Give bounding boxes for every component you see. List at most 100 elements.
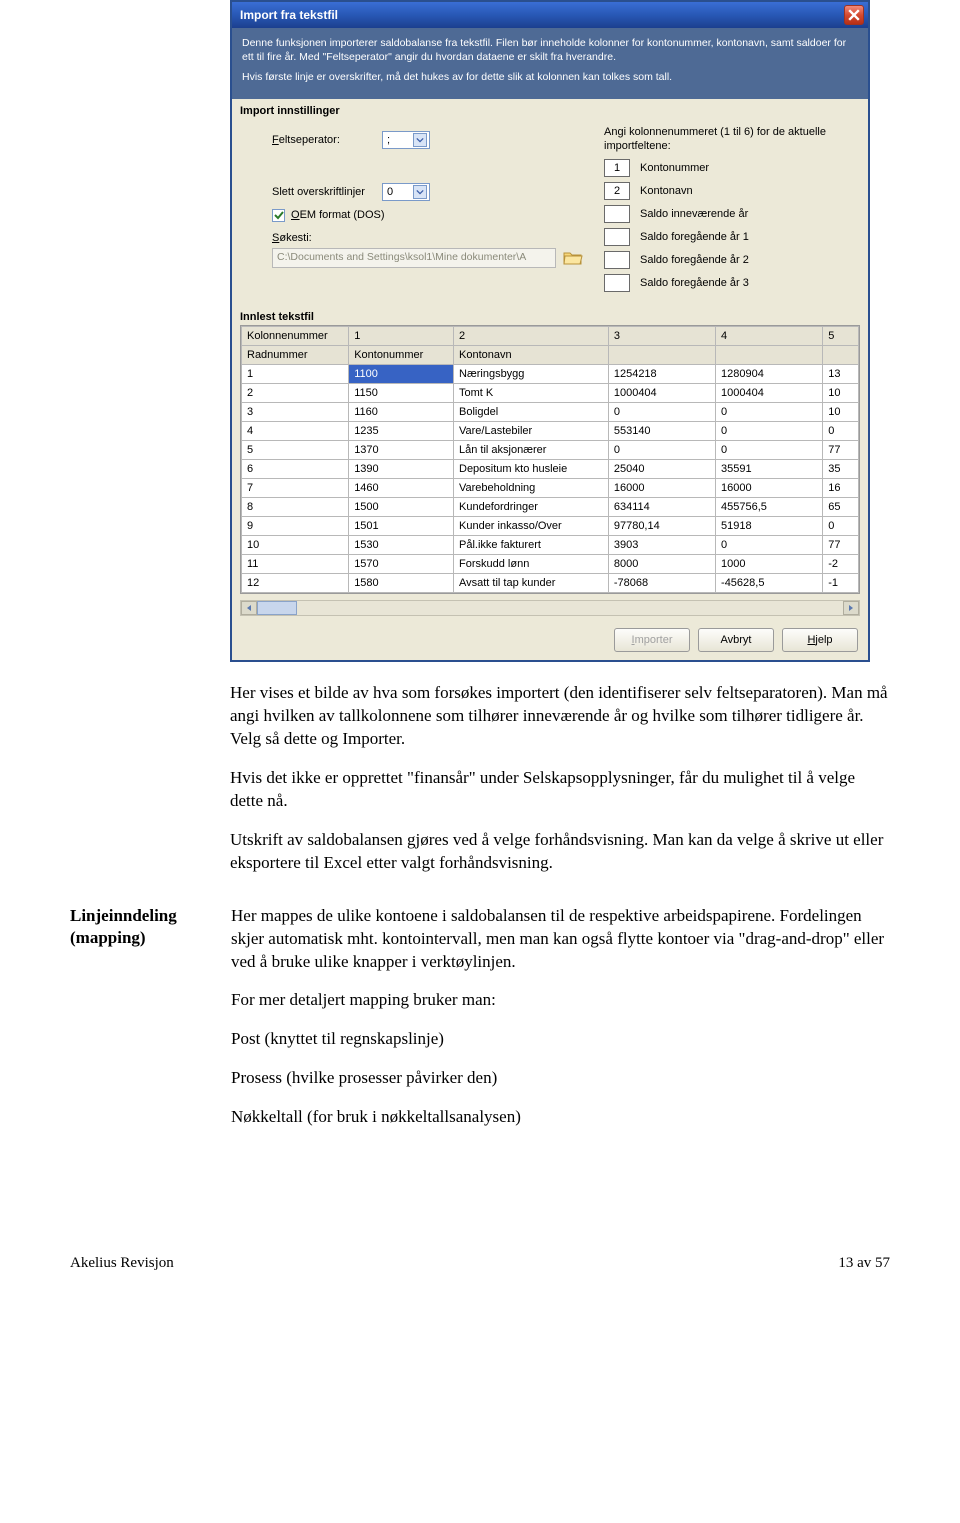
table-row[interactable]: 11100Næringsbygg1254218128090413 xyxy=(242,365,859,384)
table-cell: 1390 xyxy=(349,460,454,479)
table-cell: 5 xyxy=(242,441,349,460)
table-cell: 1160 xyxy=(349,403,454,422)
table-cell: 1150 xyxy=(349,384,454,403)
body-paragraph: Prosess (hvilke prosesser påvirker den) xyxy=(231,1067,890,1090)
table-cell: 9 xyxy=(242,517,349,536)
table-cell: 0 xyxy=(716,441,823,460)
folder-icon[interactable] xyxy=(562,248,584,268)
table-row[interactable]: 71460Varebeholdning160001600016 xyxy=(242,479,859,498)
colmap-label: Saldo foregående år 3 xyxy=(640,277,749,289)
table-header xyxy=(823,346,859,365)
table-cell: 0 xyxy=(823,422,859,441)
section-innlest-tekstfil: Innlest tekstfil xyxy=(232,305,868,325)
table-row[interactable]: 91501Kunder inkasso/Over97780,14519180 xyxy=(242,517,859,536)
colnum-input[interactable]: 1 xyxy=(604,159,630,177)
body-paragraph: For mer detaljert mapping bruker man: xyxy=(231,989,890,1012)
hjelp-button[interactable]: Hjelp xyxy=(782,628,858,652)
table-cell: 25040 xyxy=(608,460,715,479)
colnum-input[interactable]: 2 xyxy=(604,182,630,200)
scrollbar-thumb[interactable] xyxy=(257,601,297,615)
table-cell: 0 xyxy=(608,403,715,422)
table-cell: 16000 xyxy=(716,479,823,498)
table-row[interactable]: 41235Vare/Lastebiler55314000 xyxy=(242,422,859,441)
table-header: Radnummer xyxy=(242,346,349,365)
colnum-input[interactable] xyxy=(604,205,630,223)
colnum-input[interactable] xyxy=(604,228,630,246)
table-cell: 10 xyxy=(823,384,859,403)
intro-paragraph: Denne funksjonen importerer saldobalanse… xyxy=(242,36,858,64)
table-header: Kolonnenummer xyxy=(242,327,349,346)
table-cell: 16000 xyxy=(608,479,715,498)
table-row[interactable]: 111570Forskudd lønn80001000-2 xyxy=(242,555,859,574)
table-cell: 35 xyxy=(823,460,859,479)
table-cell: 11 xyxy=(242,555,349,574)
dialog-title: Import fra tekstfil xyxy=(240,8,844,22)
table-cell: -45628,5 xyxy=(716,574,823,593)
table-cell: 1580 xyxy=(349,574,454,593)
table-cell: 1500 xyxy=(349,498,454,517)
section-import-settings: Import innstillinger xyxy=(232,99,868,119)
table-cell: Forskudd lønn xyxy=(454,555,609,574)
sokesti-label: Søkesti: xyxy=(272,232,312,244)
slett-overskrift-combo[interactable]: 0 xyxy=(382,183,430,201)
oem-format-checkbox[interactable]: OEM format (DOS) xyxy=(272,209,584,222)
section-heading: Linjeinndeling (mapping) xyxy=(70,905,215,1146)
table-cell: Avsatt til tap kunder xyxy=(454,574,609,593)
footer-right: 13 av 57 xyxy=(838,1255,890,1272)
table-header: 4 xyxy=(716,327,823,346)
table-row[interactable]: 101530Pål.ikke fakturert3903077 xyxy=(242,536,859,555)
table-cell: Lån til aksjonærer xyxy=(454,441,609,460)
table-cell: 3903 xyxy=(608,536,715,555)
colnum-input[interactable] xyxy=(604,274,630,292)
footer-left: Akelius Revisjon xyxy=(70,1255,174,1272)
table-row[interactable]: 61390Depositum kto husleie250403559135 xyxy=(242,460,859,479)
scroll-left-icon[interactable] xyxy=(241,601,257,615)
table-cell: Vare/Lastebiler xyxy=(454,422,609,441)
table-header xyxy=(716,346,823,365)
table-cell: 455756,5 xyxy=(716,498,823,517)
chevron-down-icon[interactable] xyxy=(413,133,427,147)
table-cell: Tomt K xyxy=(454,384,609,403)
table-header: 3 xyxy=(608,327,715,346)
table-cell: 7 xyxy=(242,479,349,498)
horizontal-scrollbar[interactable] xyxy=(240,600,860,616)
table-row[interactable]: 81500Kundefordringer634114455756,565 xyxy=(242,498,859,517)
avbryt-button[interactable]: Avbryt xyxy=(698,628,774,652)
section-body: Her mappes de ulike kontoene i saldobala… xyxy=(231,905,890,1146)
table-row[interactable]: 21150Tomt K1000404100040410 xyxy=(242,384,859,403)
body-paragraph: Her vises et bilde av hva som forsøkes i… xyxy=(230,682,890,751)
table-cell: 77 xyxy=(823,536,859,555)
colmap-label: Saldo foregående år 1 xyxy=(640,231,749,243)
table-cell: 1254218 xyxy=(608,365,715,384)
feltseparator-combo[interactable]: ; xyxy=(382,131,430,149)
table-cell: 553140 xyxy=(608,422,715,441)
table-cell: 3 xyxy=(242,403,349,422)
table-cell: 2 xyxy=(242,384,349,403)
colmap-label: Saldo inneværende år xyxy=(640,208,748,220)
table-row[interactable]: 121580Avsatt til tap kunder-78068-45628,… xyxy=(242,574,859,593)
body-paragraph: Utskrift av saldobalansen gjøres ved å v… xyxy=(230,829,890,875)
table-cell: 10 xyxy=(823,403,859,422)
importer-button[interactable]: Importer xyxy=(614,628,690,652)
table-cell: 4 xyxy=(242,422,349,441)
table-cell: 10 xyxy=(242,536,349,555)
sokesti-input[interactable]: C:\Documents and Settings\ksol1\Mine dok… xyxy=(272,248,556,268)
document-body: Her vises et bilde av hva som forsøkes i… xyxy=(230,682,890,875)
scroll-right-icon[interactable] xyxy=(843,601,859,615)
colnum-input[interactable] xyxy=(604,251,630,269)
table-cell: Depositum kto husleie xyxy=(454,460,609,479)
table-cell: 1000404 xyxy=(608,384,715,403)
table-cell: Boligdel xyxy=(454,403,609,422)
table-cell: 1370 xyxy=(349,441,454,460)
table-cell: 1000 xyxy=(716,555,823,574)
table-cell: Varebeholdning xyxy=(454,479,609,498)
table-cell: -2 xyxy=(823,555,859,574)
table-cell: 8000 xyxy=(608,555,715,574)
chevron-down-icon[interactable] xyxy=(413,185,427,199)
column-map-heading: Angi kolonnenummeret (1 til 6) for de ak… xyxy=(604,125,854,154)
table-row[interactable]: 51370Lån til aksjonærer0077 xyxy=(242,441,859,460)
close-icon[interactable] xyxy=(844,5,864,25)
intro-paragraph: Hvis første linje er overskrifter, må de… xyxy=(242,70,858,84)
table-header: 1 xyxy=(349,327,454,346)
table-row[interactable]: 31160Boligdel0010 xyxy=(242,403,859,422)
